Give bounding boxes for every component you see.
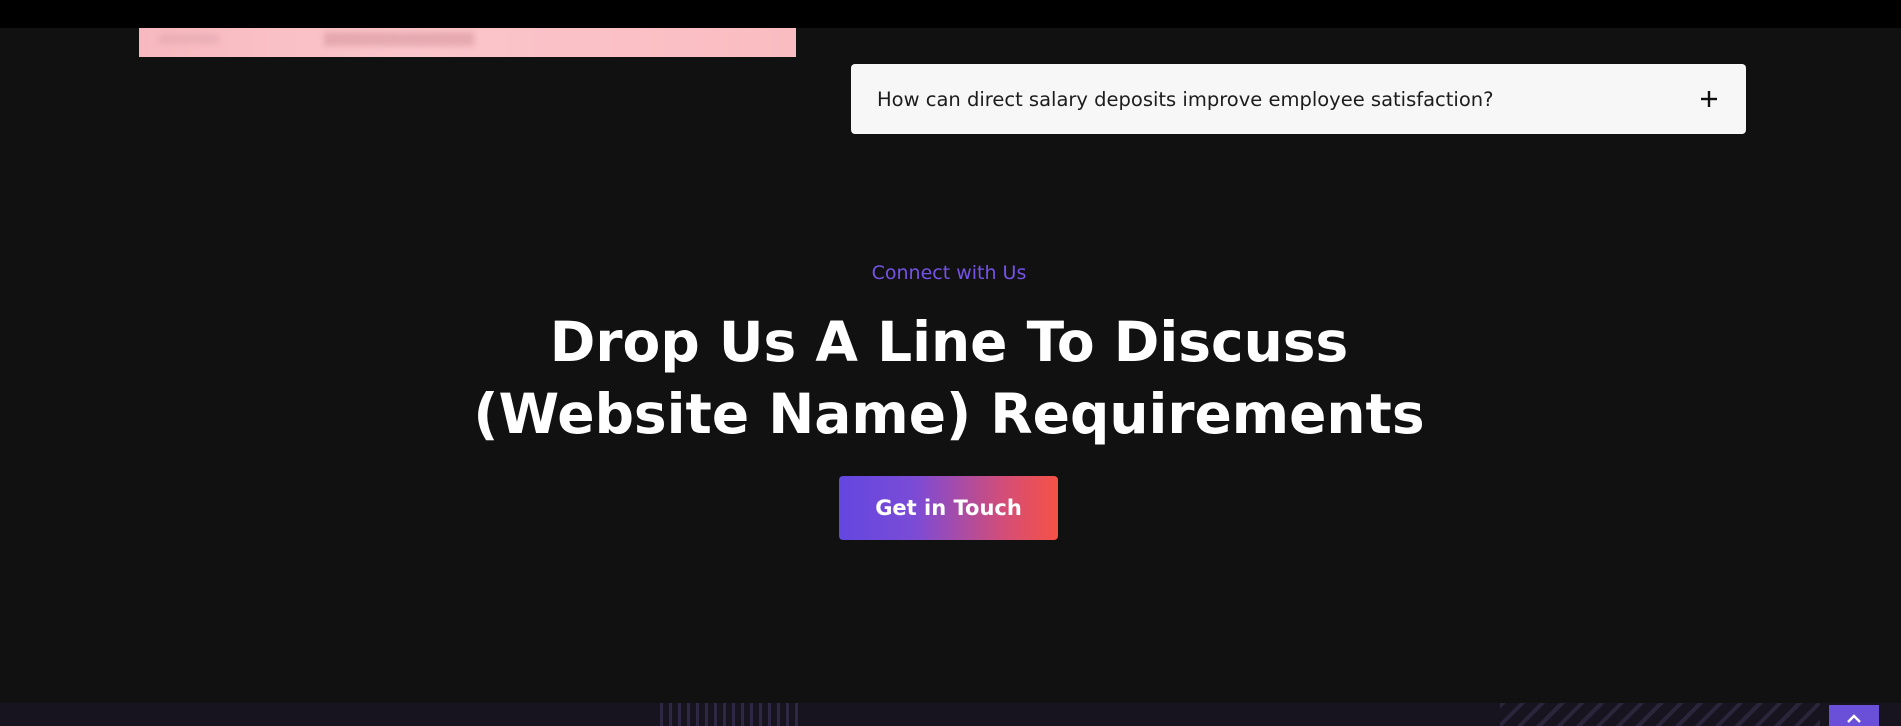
- image-detail: [324, 32, 474, 46]
- image-detail: [159, 34, 219, 44]
- headline-line-1: Drop Us A Line To Discuss: [549, 310, 1349, 374]
- footer-band: [0, 703, 1901, 726]
- faq-question: How can direct salary deposits improve e…: [877, 87, 1494, 111]
- section-eyebrow: Connect with Us: [871, 262, 1027, 284]
- faq-item[interactable]: How can direct salary deposits improve e…: [851, 64, 1746, 134]
- page: How can direct salary deposits improve e…: [0, 0, 1901, 726]
- faq-image: [139, 28, 796, 57]
- get-in-touch-button[interactable]: Get in Touch: [839, 476, 1058, 540]
- footer-pattern: [660, 703, 800, 726]
- footer-pattern: [1500, 703, 1820, 726]
- top-bar: [0, 0, 1901, 28]
- section-headline: Drop Us A Line To Discuss (Website Name)…: [0, 306, 1898, 450]
- scroll-to-top-button[interactable]: [1829, 705, 1879, 726]
- headline-line-2: (Website Name) Requirements: [473, 382, 1425, 446]
- plus-icon[interactable]: [1698, 88, 1720, 110]
- chevron-up-icon: [1847, 714, 1861, 723]
